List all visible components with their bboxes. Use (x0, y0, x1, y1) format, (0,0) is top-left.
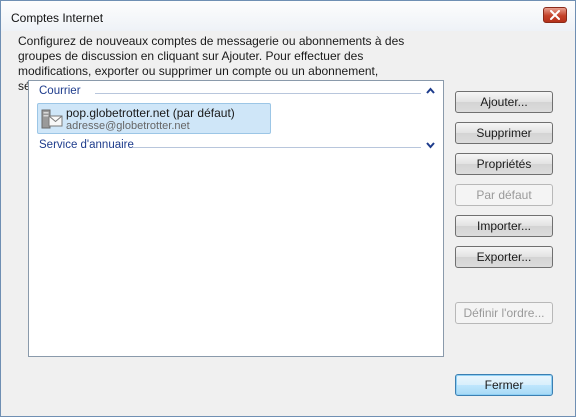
group-label-courrier: Courrier (39, 85, 85, 97)
group-header-courrier[interactable]: Courrier (29, 85, 443, 101)
group-header-directory-service[interactable]: Service d'annuaire (29, 139, 443, 155)
close-icon (550, 10, 560, 20)
chevron-up-icon[interactable] (426, 87, 435, 95)
mail-account-icon (41, 109, 63, 129)
title-bar[interactable]: Comptes Internet (1, 1, 575, 31)
window-title: Comptes Internet (11, 11, 104, 25)
chevron-down-icon[interactable] (426, 141, 435, 149)
account-name: pop.globetrotter.net (par défaut) (66, 106, 235, 120)
export-button[interactable]: Exporter... (455, 246, 553, 268)
set-order-button[interactable]: Définir l'ordre... (455, 302, 553, 324)
group-label-directory-service: Service d'annuaire (39, 139, 138, 151)
group-divider (133, 147, 421, 148)
group-divider (95, 93, 421, 94)
add-button[interactable]: Ajouter... (455, 91, 553, 113)
close-button[interactable]: Fermer (455, 374, 553, 396)
import-button[interactable]: Importer... (455, 215, 553, 237)
account-email: adresse@globetrotter.net (66, 120, 190, 132)
properties-button[interactable]: Propriétés (455, 153, 553, 175)
account-item[interactable]: pop.globetrotter.net (par défaut) adress… (37, 103, 271, 134)
window-close-button[interactable] (543, 7, 567, 23)
dialog-content: Configurez de nouveaux comptes de messag… (8, 31, 568, 409)
remove-button[interactable]: Supprimer (455, 122, 553, 144)
internet-accounts-dialog: Comptes Internet Configurez de nouveaux … (0, 0, 576, 417)
accounts-list[interactable]: Courrier pop.globetrotter.net (par défau… (28, 80, 444, 357)
set-default-button[interactable]: Par défaut (455, 184, 553, 206)
